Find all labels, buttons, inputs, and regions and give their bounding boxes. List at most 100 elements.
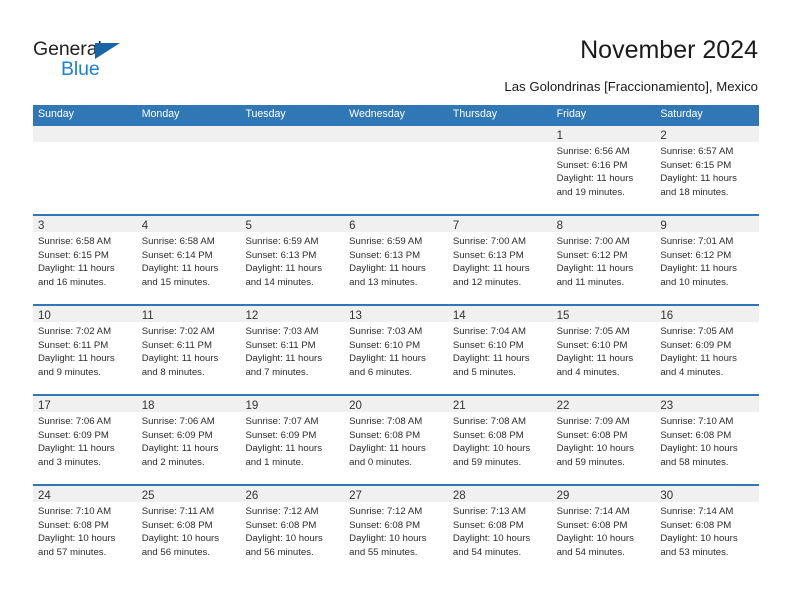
day-detail-line: Daylight: 10 hours (660, 443, 738, 455)
day-number: 15 (556, 310, 570, 322)
day-number: 24 (38, 490, 51, 502)
day-cell-19[interactable]: 19 Sunrise: 7:07 AM Sunset: 6:09 PM Dayligh… (240, 396, 345, 484)
page-header: General Blue November 2024 Las Golondrin… (0, 0, 792, 100)
day-detail-line: Sunrise: 7:05 AM (660, 326, 734, 337)
day-detail-line: Sunset: 6:11 PM (38, 339, 109, 351)
day-cell-22[interactable]: 22 Sunrise: 7:09 AM Sunset: 6:08 PM Dayligh… (551, 396, 656, 484)
day-cell-7[interactable]: 7 Sunrise: 7:00 AM Sunset: 6:13 PM Daylight… (447, 216, 552, 304)
day-detail-line: and 56 minutes. (141, 546, 210, 558)
day-details: Sunrise: 7:03 AM Sunset: 6:11 PM Daylight:… (240, 322, 344, 379)
day-detail-line: Sunset: 6:11 PM (245, 339, 316, 351)
day-cell-empty (447, 126, 552, 214)
day-cell-10[interactable]: 10 Sunrise: 7:02 AM Sunset: 6:11 PM Dayligh… (33, 306, 137, 394)
day-cell-25[interactable]: 25 Sunrise: 7:11 AM Sunset: 6:08 PM Dayligh… (136, 486, 241, 574)
day-cell-23[interactable]: 23 Sunrise: 7:10 AM Sunset: 6:08 PM Dayligh… (655, 396, 760, 484)
week-row: 10 Sunrise: 7:02 AM Sunset: 6:11 PM Dayligh… (33, 304, 760, 394)
day-number-band: 13 (344, 306, 448, 322)
day-number: 25 (141, 490, 155, 502)
day-number: 23 (660, 400, 674, 412)
day-number-band: 6 (344, 216, 448, 232)
day-detail-line: and 4 minutes. (660, 366, 724, 378)
day-cell-20[interactable]: 20 Sunrise: 7:08 AM Sunset: 6:08 PM Dayligh… (344, 396, 448, 484)
day-number-band: 1 (551, 126, 656, 142)
day-details: Sunrise: 7:11 AM Sunset: 6:08 PM Daylight:… (137, 502, 241, 559)
day-cell-2[interactable]: 2 Sunrise: 6:57 AM Sunset: 6:15 PM Daylight… (655, 126, 760, 214)
day-number-band: 25 (136, 486, 241, 502)
day-details (137, 142, 241, 145)
day-details: Sunrise: 7:03 AM Sunset: 6:10 PM Daylight:… (344, 322, 448, 379)
page-title: November 2024 (580, 36, 758, 64)
day-number-band: 14 (447, 306, 552, 322)
day-cell-12[interactable]: 12 Sunrise: 7:03 AM Sunset: 6:11 PM Dayligh… (240, 306, 345, 394)
day-detail-line: Daylight: 11 hours (38, 353, 115, 365)
day-number: 29 (556, 490, 570, 502)
day-detail-line: Sunset: 6:13 PM (245, 249, 317, 261)
day-number-band: 28 (447, 486, 552, 502)
day-detail-line: Daylight: 10 hours (141, 533, 220, 545)
day-detail-line: Sunrise: 7:14 AM (556, 506, 630, 517)
day-number: 5 (245, 220, 252, 232)
day-detail-line: Sunset: 6:08 PM (349, 429, 421, 441)
day-number-band: 12 (240, 306, 345, 322)
logo-text-general: General (33, 38, 102, 60)
day-detail-line: and 59 minutes. (452, 456, 522, 468)
day-number: 19 (245, 400, 259, 412)
day-details: Sunrise: 7:05 AM Sunset: 6:09 PM Daylight:… (655, 322, 759, 379)
day-cell-13[interactable]: 13 Sunrise: 7:03 AM Sunset: 6:10 PM Dayligh… (344, 306, 448, 394)
day-detail-line: Sunset: 6:08 PM (38, 519, 109, 531)
day-number-band: 16 (655, 306, 760, 322)
week-row: 17 Sunrise: 7:06 AM Sunset: 6:09 PM Dayligh… (33, 394, 760, 484)
day-detail-line: and 15 minutes. (141, 276, 210, 288)
day-detail-line: Sunrise: 6:59 AM (245, 236, 319, 247)
day-cell-5[interactable]: 5 Sunrise: 6:59 AM Sunset: 6:13 PM Daylight… (240, 216, 345, 304)
day-cell-27[interactable]: 27 Sunrise: 7:12 AM Sunset: 6:08 PM Dayligh… (344, 486, 448, 574)
day-cell-3[interactable]: 3 Sunrise: 6:58 AM Sunset: 6:15 PM Daylight… (33, 216, 137, 304)
day-cell-4[interactable]: 4 Sunrise: 6:58 AM Sunset: 6:14 PM Daylight… (136, 216, 241, 304)
day-number: 14 (452, 310, 466, 322)
day-details: Sunrise: 7:01 AM Sunset: 6:12 PM Daylight:… (655, 232, 759, 289)
day-details: Sunrise: 6:58 AM Sunset: 6:15 PM Daylight:… (33, 232, 137, 289)
day-detail-line: Sunrise: 7:00 AM (556, 236, 630, 247)
day-cell-9[interactable]: 9 Sunrise: 7:01 AM Sunset: 6:12 PM Daylight… (655, 216, 760, 304)
weekday-header-thursday: Thursday (452, 108, 498, 120)
general-blue-logo[interactable]: General Blue (33, 38, 153, 84)
day-cell-14[interactable]: 14 Sunrise: 7:04 AM Sunset: 6:10 PM Dayligh… (447, 306, 552, 394)
day-cell-17[interactable]: 17 Sunrise: 7:06 AM Sunset: 6:09 PM Dayligh… (33, 396, 137, 484)
day-cell-8[interactable]: 8 Sunrise: 7:00 AM Sunset: 6:12 PM Daylight… (551, 216, 656, 304)
day-cell-30[interactable]: 30 Sunrise: 7:14 AM Sunset: 6:08 PM Dayligh… (655, 486, 760, 574)
triangle-icon (95, 43, 120, 59)
day-cell-18[interactable]: 18 Sunrise: 7:06 AM Sunset: 6:09 PM Dayligh… (136, 396, 241, 484)
day-number: 7 (452, 220, 460, 232)
day-cell-1[interactable]: 1 Sunrise: 6:56 AM Sunset: 6:16 PM Daylight… (551, 126, 656, 214)
day-detail-line: Sunset: 6:08 PM (660, 429, 732, 441)
day-cell-28[interactable]: 28 Sunrise: 7:13 AM Sunset: 6:08 PM Dayligh… (447, 486, 552, 574)
day-detail-line: Sunrise: 7:03 AM (349, 326, 423, 337)
day-detail-line: and 19 minutes. (556, 186, 625, 198)
day-number: 30 (660, 490, 674, 502)
day-cell-16[interactable]: 16 Sunrise: 7:05 AM Sunset: 6:09 PM Dayligh… (655, 306, 760, 394)
day-detail-line: Sunset: 6:11 PM (141, 339, 212, 351)
day-cell-6[interactable]: 6 Sunrise: 6:59 AM Sunset: 6:13 PM Daylight… (344, 216, 448, 304)
day-cell-24[interactable]: 24 Sunrise: 7:10 AM Sunset: 6:08 PM Dayligh… (33, 486, 137, 574)
calendar-page: General Blue November 2024 Las Golondrin… (0, 0, 792, 612)
day-cell-15[interactable]: 15 Sunrise: 7:05 AM Sunset: 6:10 PM Dayligh… (551, 306, 656, 394)
day-detail-line: Sunset: 6:09 PM (660, 339, 732, 351)
day-cell-26[interactable]: 26 Sunrise: 7:12 AM Sunset: 6:08 PM Dayligh… (240, 486, 345, 574)
day-cell-empty (344, 126, 448, 214)
day-detail-line: Sunrise: 7:07 AM (245, 416, 319, 427)
day-details: Sunrise: 7:07 AM Sunset: 6:09 PM Daylight:… (240, 412, 344, 469)
day-detail-line: Sunset: 6:08 PM (452, 429, 524, 441)
day-detail-line: Sunset: 6:13 PM (349, 249, 421, 261)
day-details: Sunrise: 7:02 AM Sunset: 6:11 PM Daylight:… (137, 322, 241, 379)
weekday-header-wednesday: Wednesday (349, 108, 405, 120)
day-details: Sunrise: 7:02 AM Sunset: 6:11 PM Daylight:… (33, 322, 137, 379)
day-cell-21[interactable]: 21 Sunrise: 7:08 AM Sunset: 6:08 PM Dayligh… (447, 396, 552, 484)
day-number: 12 (245, 310, 259, 322)
day-number-band: 20 (344, 396, 448, 412)
day-cell-29[interactable]: 29 Sunrise: 7:14 AM Sunset: 6:08 PM Dayligh… (551, 486, 656, 574)
day-number: 11 (141, 310, 154, 322)
day-detail-line: and 57 minutes. (38, 546, 107, 558)
day-detail-line: Daylight: 11 hours (660, 263, 737, 275)
day-cell-11[interactable]: 11 Sunrise: 7:02 AM Sunset: 6:11 PM Dayligh… (136, 306, 241, 394)
day-details: Sunrise: 7:13 AM Sunset: 6:08 PM Daylight:… (448, 502, 552, 559)
